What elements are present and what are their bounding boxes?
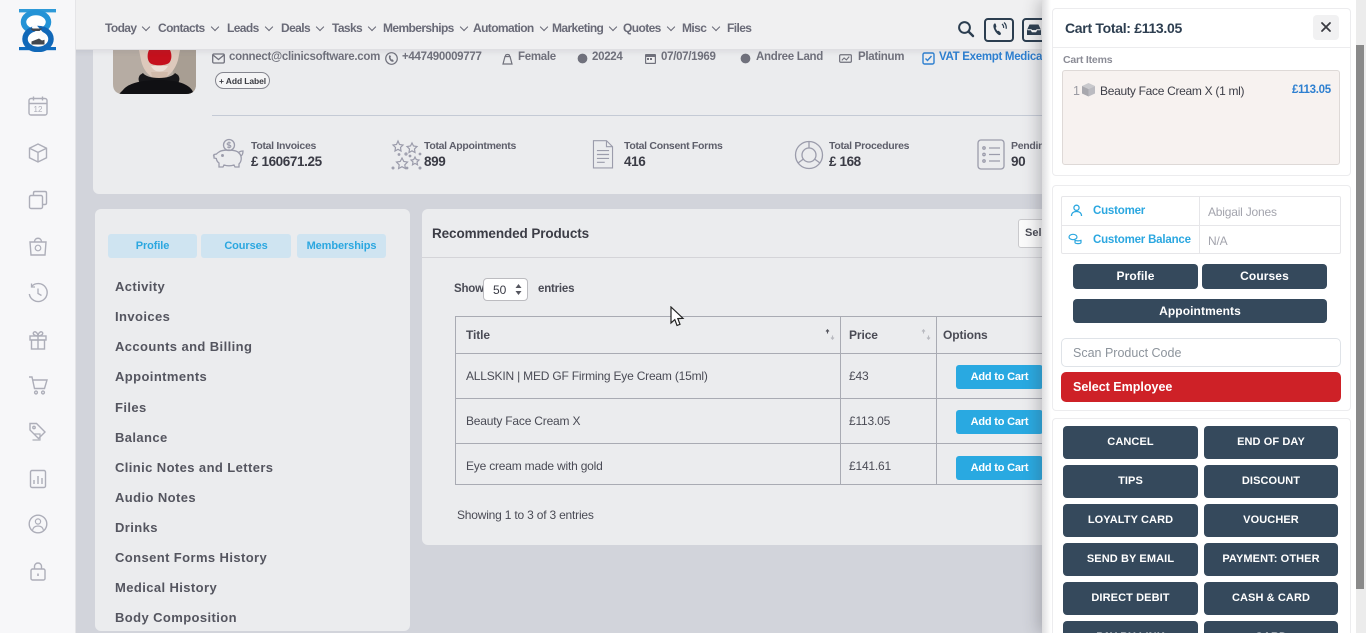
svg-text:12: 12 — [34, 105, 43, 114]
